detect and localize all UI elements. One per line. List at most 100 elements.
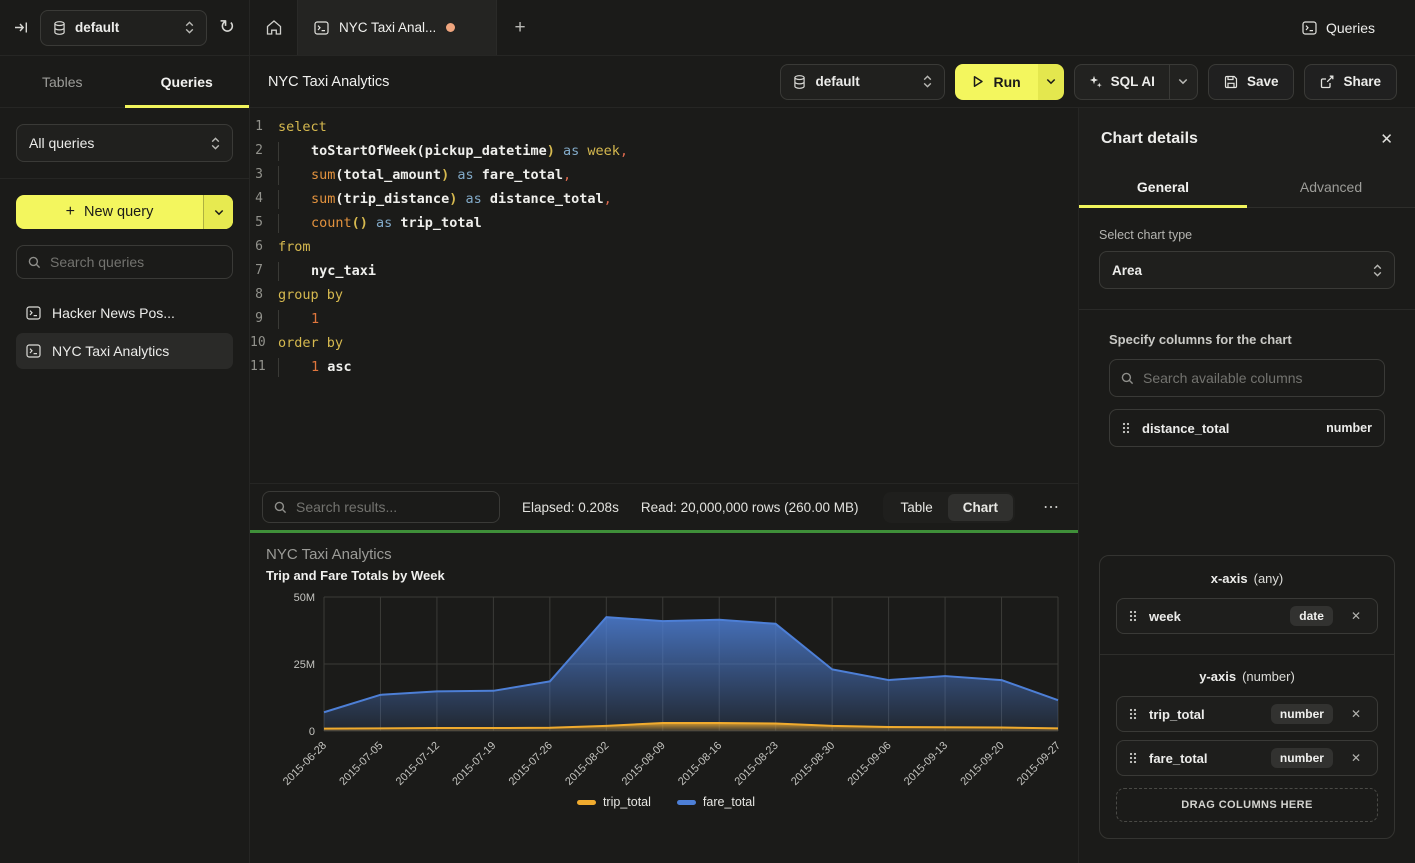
x-axis-hint: (any) [1254, 571, 1284, 586]
columns-search[interactable] [1109, 359, 1385, 397]
svg-text:2015-08-09: 2015-08-09 [620, 740, 668, 788]
legend-item-fare_total[interactable]: fare_total [677, 795, 755, 809]
sidebar-tabs: Tables Queries [0, 56, 249, 108]
legend-label: trip_total [603, 795, 651, 809]
save-icon [1224, 75, 1238, 89]
view-toggle: Table Chart [883, 492, 1015, 523]
toolbar-database-select[interactable]: default [780, 64, 945, 100]
divider [1079, 309, 1415, 310]
sidebar-body: All queries + New query [0, 108, 249, 385]
column-name: distance_total [1142, 421, 1314, 436]
run-label: Run [993, 74, 1020, 90]
svg-text:2015-08-02: 2015-08-02 [563, 740, 611, 788]
remove-icon[interactable]: ✕ [1345, 607, 1367, 625]
toolbar-database-value: default [815, 74, 859, 89]
panel-tabs: General Advanced [1079, 166, 1415, 208]
y-axis-item-fare-total[interactable]: fare_total number ✕ [1116, 740, 1378, 776]
type-badge: number [1271, 748, 1333, 768]
tab-nyc-taxi-analytics[interactable]: NYC Taxi Anal... [297, 0, 497, 55]
save-button[interactable]: Save [1208, 64, 1295, 100]
sql-ai-label: SQL AI [1111, 74, 1155, 89]
new-query-dropdown[interactable] [203, 195, 233, 229]
query-item-label: NYC Taxi Analytics [52, 343, 169, 359]
x-axis-item-week[interactable]: week date ✕ [1116, 598, 1378, 634]
new-query-main[interactable]: + New query [16, 195, 203, 229]
panel-body: Select chart type Area Specify columns f… [1079, 208, 1415, 863]
search-icon [274, 501, 287, 514]
query-item-nyc-taxi[interactable]: NYC Taxi Analytics [16, 333, 233, 369]
results-search[interactable] [262, 491, 500, 523]
query-search-input[interactable] [50, 254, 231, 270]
drag-handle-icon[interactable] [1129, 708, 1137, 720]
results-search-input[interactable] [296, 499, 488, 515]
legend-item-trip_total[interactable]: trip_total [577, 795, 651, 809]
plus-icon: + [66, 203, 75, 221]
area-chart: 025M50M2015-06-282015-07-052015-07-12201… [266, 589, 1066, 793]
tab-advanced[interactable]: Advanced [1247, 166, 1415, 207]
run-main[interactable]: Run [955, 64, 1037, 100]
legend-swatch [577, 800, 596, 805]
tab-strip: NYC Taxi Anal... + [250, 0, 1282, 55]
close-icon[interactable]: ✕ [1380, 130, 1393, 148]
view-table[interactable]: Table [885, 494, 947, 521]
svg-text:2015-08-16: 2015-08-16 [676, 740, 724, 788]
query-item-hacker-news[interactable]: Hacker News Pos... [16, 295, 233, 331]
query-filter-select[interactable]: All queries [16, 124, 233, 162]
topbar-database-select[interactable]: default [40, 10, 207, 46]
main-area: NYC Taxi Analytics default Run [250, 56, 1415, 863]
drop-zone[interactable]: DRAG COLUMNS HERE [1116, 788, 1378, 822]
columns-search-input[interactable] [1143, 370, 1373, 386]
results-bar: Elapsed: 0.208s Read: 20,000,000 rows (2… [250, 483, 1078, 530]
share-button[interactable]: Share [1304, 64, 1397, 100]
sidebar-tab-queries[interactable]: Queries [125, 56, 250, 107]
x-axis-section: x-axis(any) week date ✕ [1100, 556, 1394, 654]
y-axis-section: y-axis(number) trip_total number ✕ [1100, 654, 1394, 838]
more-options-icon[interactable]: ⋯ [1037, 497, 1066, 517]
drag-handle-icon[interactable] [1122, 422, 1130, 434]
collapse-sidebar-icon[interactable] [14, 21, 28, 34]
topbar-left: default ↻ [0, 0, 250, 55]
tab-general[interactable]: General [1079, 166, 1247, 207]
chart-title: NYC Taxi Analytics [266, 546, 1066, 563]
read-stat: Read: 20,000,000 rows (260.00 MB) [641, 500, 859, 515]
database-icon [793, 75, 806, 89]
query-search[interactable] [16, 245, 233, 279]
home-icon [266, 20, 282, 35]
view-chart[interactable]: Chart [948, 494, 1013, 521]
svg-text:2015-07-19: 2015-07-19 [450, 740, 498, 788]
share-label: Share [1343, 74, 1381, 89]
available-column-distance-total[interactable]: distance_total number [1109, 409, 1385, 447]
sql-ai-main[interactable]: SQL AI [1075, 65, 1169, 99]
refresh-icon[interactable]: ↻ [219, 18, 235, 37]
query-filter-value: All queries [29, 135, 94, 151]
axes-config: x-axis(any) week date ✕ [1099, 555, 1395, 839]
sidebar-tab-tables[interactable]: Tables [0, 56, 125, 107]
y-axis-hint: (number) [1242, 669, 1295, 684]
chevron-updown-icon [1373, 264, 1382, 277]
queries-shortcut[interactable]: Queries [1282, 0, 1415, 55]
drag-handle-icon[interactable] [1129, 752, 1137, 764]
sparkle-icon [1089, 75, 1102, 88]
chart-details-panel: Chart details ✕ General Advanced Select … [1078, 108, 1415, 863]
svg-text:0: 0 [309, 726, 315, 738]
sidebar: Tables Queries All queries + New query [0, 56, 250, 863]
remove-icon[interactable]: ✕ [1345, 705, 1367, 723]
new-query-button[interactable]: + New query [16, 195, 233, 229]
sql-ai-dropdown[interactable] [1169, 65, 1197, 99]
run-button[interactable]: Run [955, 64, 1063, 100]
chart-type-select[interactable]: Area [1099, 251, 1395, 289]
y-axis-item-trip-total[interactable]: trip_total number ✕ [1116, 696, 1378, 732]
queries-shortcut-label: Queries [1326, 20, 1375, 36]
sql-ai-button[interactable]: SQL AI [1074, 64, 1198, 100]
type-badge: number [1271, 704, 1333, 724]
remove-icon[interactable]: ✕ [1345, 749, 1367, 767]
run-dropdown[interactable] [1038, 64, 1064, 100]
svg-text:2015-09-13: 2015-09-13 [902, 740, 950, 788]
new-tab-button[interactable]: + [497, 0, 543, 55]
svg-text:50M: 50M [294, 592, 315, 604]
home-tab[interactable] [250, 0, 297, 55]
sql-editor[interactable]: 1select2toStartOfWeek(pickup_datetime) a… [250, 108, 1078, 483]
drag-handle-icon[interactable] [1129, 610, 1137, 622]
elapsed-stat: Elapsed: 0.208s [522, 500, 619, 515]
spacer [1099, 447, 1395, 555]
